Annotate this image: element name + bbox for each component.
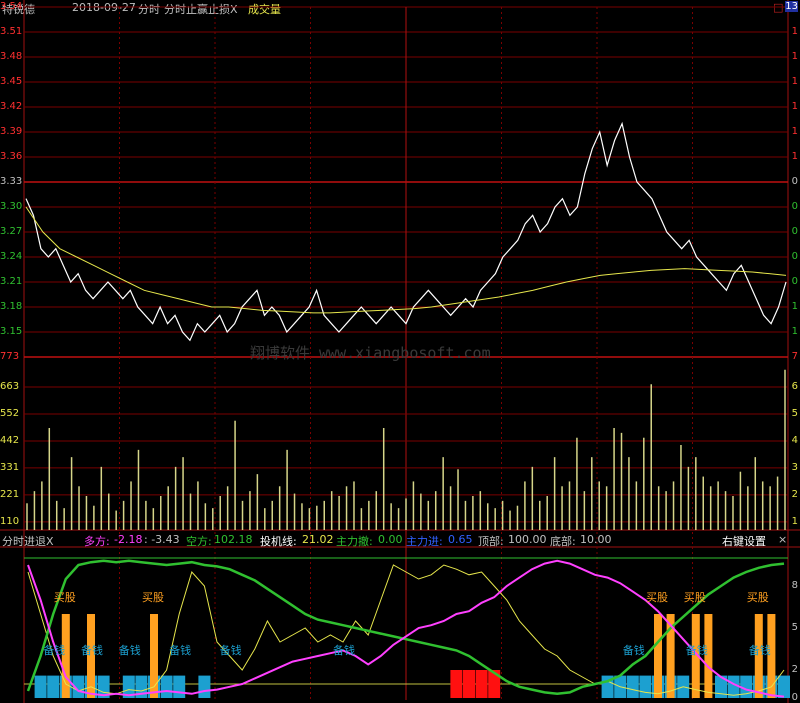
zhuche-value: 0.00: [378, 533, 403, 546]
cash-signal-label: 备钱: [333, 644, 355, 658]
price-tick-label: 3.33: [0, 176, 23, 187]
volume-right-label: 2: [791, 488, 798, 500]
price-tick-label: 3.36: [0, 151, 23, 162]
cash-bar: [778, 675, 790, 698]
volume-right-label: 1: [791, 515, 798, 527]
settings-label[interactable]: 右键设置: [722, 533, 766, 549]
indicator-tick-label: 0: [791, 692, 798, 703]
cash-signal-label: 备钱: [169, 644, 192, 658]
duo-label: 多方:: [84, 535, 110, 548]
indicator-bar: 分时进退X 多方: -2.18 : -3.43 空方: 102.18 投机线: …: [0, 532, 800, 548]
percent-tick-label: 1: [791, 76, 798, 87]
di-label: 底部:: [550, 535, 576, 548]
zhujin-label: 主力进:: [406, 535, 443, 548]
price-tick-label: 3.27: [0, 226, 23, 237]
price-tick-label: 3.30: [0, 201, 23, 212]
cash-signal-label: 备钱: [748, 644, 771, 658]
indicator-tick-label: 8: [791, 580, 798, 591]
volume-tick-label: 663: [0, 380, 20, 392]
percent-tick-label: 1: [791, 26, 798, 37]
top-signal-bar: [450, 670, 463, 698]
volume-tick-label: 110: [0, 515, 20, 527]
cash-signal-label: 备钱: [219, 644, 242, 658]
percent-tick-label: 0: [791, 201, 798, 212]
cash-signal-label: 备钱: [118, 644, 141, 658]
cash-signal-label: 备钱: [685, 644, 708, 658]
cash-bar: [34, 675, 47, 698]
volume-right-label: 4: [791, 434, 798, 446]
price-tick-label: 3.39: [0, 126, 23, 137]
volume-tick-label: 552: [0, 407, 20, 419]
volume-tick-label: 442: [0, 434, 20, 446]
cash-bar: [639, 675, 652, 698]
indicator-tick-label: 5: [791, 622, 798, 633]
volume-right-label: 3: [791, 461, 798, 473]
tou-value: 21.02: [302, 533, 334, 546]
cash-signal-label: 备钱: [81, 644, 103, 658]
cash-bar: [173, 675, 186, 698]
volume-tick-label: 221: [0, 488, 20, 500]
sep-value: : -3.43: [144, 533, 180, 546]
ding-value: 100.00: [508, 533, 547, 546]
cash-bar: [47, 675, 60, 698]
cash-bar: [626, 675, 639, 698]
price-tick-label: 3.51: [0, 26, 23, 37]
price-tick-label: 773: [0, 351, 20, 362]
price-tick-label: 3.48: [0, 51, 23, 62]
buy-signal-label: 买股: [142, 591, 164, 605]
percent-tick-label: 0: [791, 251, 798, 262]
price-tick-label: 3.54: [0, 1, 23, 12]
top-signal-bar: [475, 670, 488, 698]
percent-tick-label: 1: [791, 326, 798, 337]
cash-signal-label: 备钱: [622, 644, 645, 658]
price-tick-label: 3.42: [0, 101, 23, 112]
volume-tick-label: 331: [0, 461, 20, 473]
percent-tick-label: 0: [791, 276, 798, 287]
buy-signal-label: 买股: [683, 591, 706, 605]
kong-value: 102.18: [214, 533, 253, 546]
zhujin-value: 0.65: [448, 533, 473, 546]
top-signal-bar: [463, 670, 475, 698]
zhuche-label: 主力撤:: [336, 535, 373, 548]
watermark: 翔博软件 www.xiangbosoft.com: [250, 344, 491, 362]
price-tick-label: 3.15: [0, 326, 23, 337]
tou-label: 投机线:: [260, 535, 297, 548]
di-value: 10.00: [580, 533, 612, 546]
buy-signal-label: 买股: [646, 591, 668, 605]
percent-tick-label: 7: [791, 351, 798, 362]
buy-signal-bar: [654, 614, 662, 698]
percent-tick-label: 13: [785, 1, 798, 12]
percent-tick-label: 1: [791, 51, 798, 62]
percent-tick-label: 1: [791, 151, 798, 162]
indicator-title[interactable]: 分时进退X: [2, 533, 54, 549]
cash-bar: [160, 675, 173, 698]
price-tick-label: 3.18: [0, 301, 23, 312]
ding-label: 顶部:: [478, 535, 504, 548]
percent-tick-label: 1: [791, 101, 798, 112]
price-tick-label: 3.24: [0, 251, 23, 262]
kong-label: 空方:: [186, 535, 212, 548]
percent-tick-label: 1: [791, 301, 798, 312]
buy-signal-bar: [150, 614, 158, 698]
cash-bar: [198, 675, 211, 698]
percent-tick-label: 0: [791, 176, 798, 187]
volume-right-label: 6: [791, 380, 798, 392]
percent-tick-label: 0: [791, 226, 798, 237]
indicator-tick-label: 2: [791, 664, 798, 675]
close-icon[interactable]: ×: [778, 533, 787, 546]
buy-signal-label: 买股: [746, 591, 769, 605]
buy-signal-label: 买股: [53, 591, 76, 605]
price-tick-label: 3.45: [0, 76, 23, 87]
volume-right-label: 5: [791, 407, 798, 419]
percent-tick-label: 1: [791, 126, 798, 137]
cash-signal-label: 备钱: [43, 644, 66, 658]
duo-value: -2.18: [114, 533, 143, 546]
price-tick-label: 3.21: [0, 276, 23, 287]
